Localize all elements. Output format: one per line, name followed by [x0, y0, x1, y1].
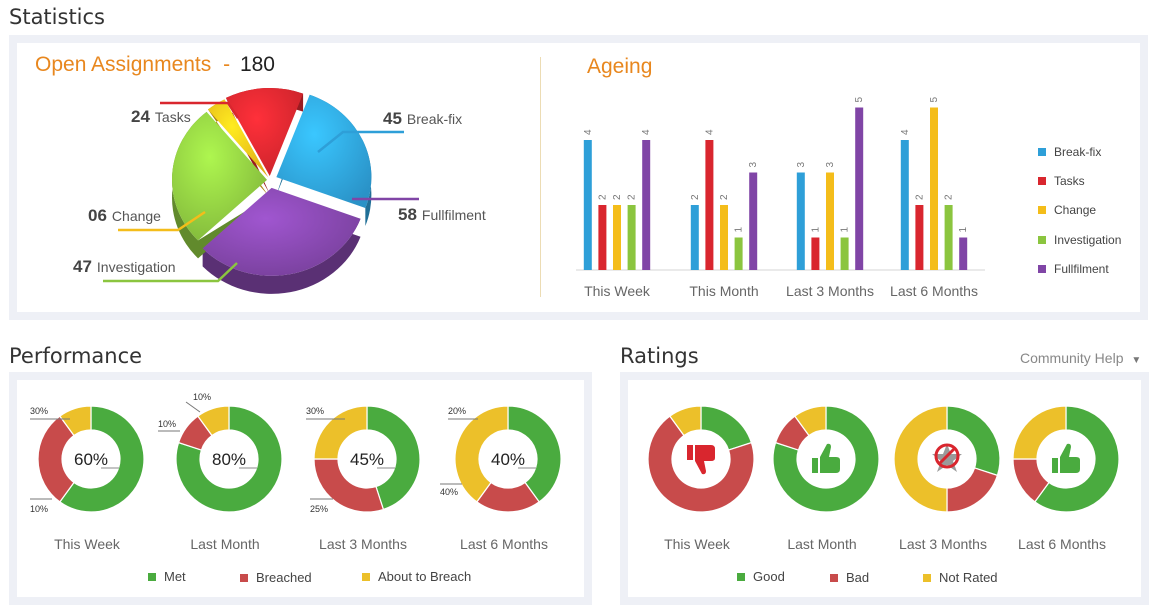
- legend-swatch: [737, 572, 745, 581]
- thumb-cuff: [687, 445, 693, 460]
- legend-label: Not Rated: [939, 570, 998, 585]
- ratings-donuts: This Week Last Month Last 3 Months Last 6 M…: [647, 405, 1120, 552]
- ratings-legend-not-rated: Not Rated: [923, 570, 998, 585]
- ratings-legend-bad: Bad: [830, 570, 869, 585]
- legend-label: Good: [753, 569, 785, 584]
- ratings-period-label: Last 6 Months: [1018, 536, 1106, 552]
- ratings-period-label: Last 3 Months: [899, 536, 987, 552]
- legend-swatch: [923, 573, 931, 582]
- thumb-cuff: [812, 458, 818, 473]
- ratings-legend-good: Good: [737, 569, 785, 584]
- thumb-cuff: [1052, 458, 1058, 473]
- ratings-period-label: Last Month: [787, 536, 856, 552]
- ratings-period-label: This Week: [664, 536, 731, 552]
- legend-swatch: [830, 573, 838, 582]
- legend-label: Bad: [846, 570, 870, 585]
